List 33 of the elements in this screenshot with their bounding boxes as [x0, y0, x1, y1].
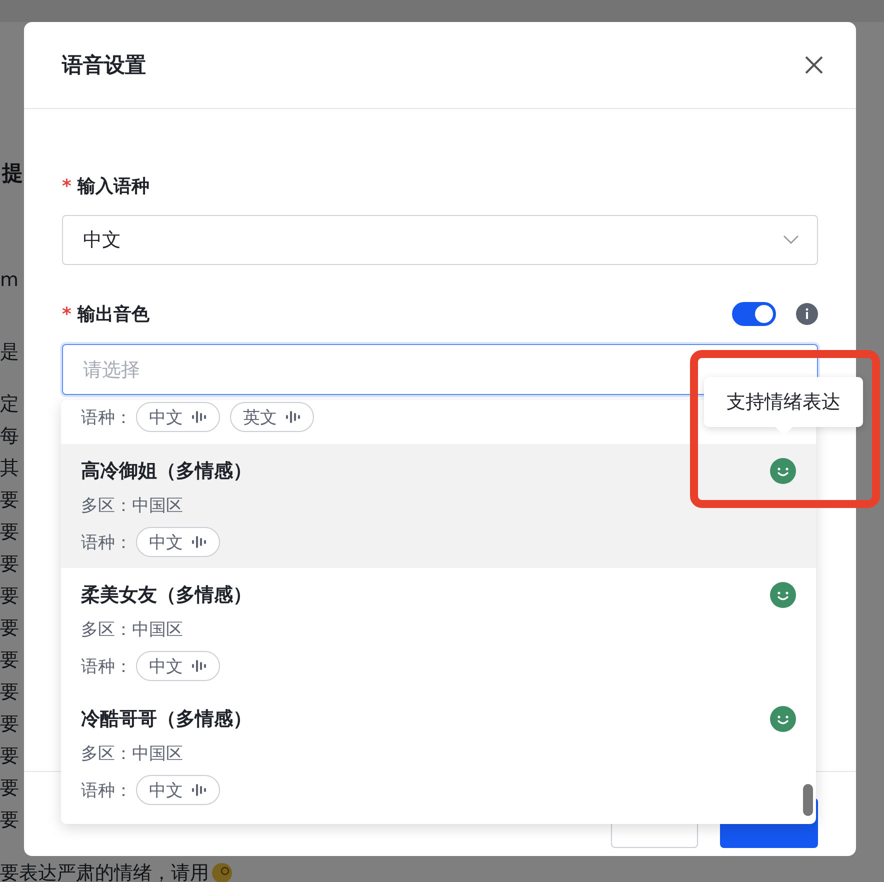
- page-text: 其: [0, 456, 20, 481]
- region-text: 多区：中国区: [81, 743, 184, 766]
- page-text: 每: [0, 424, 20, 449]
- page-text: 要: [0, 808, 20, 833]
- page-text: 要: [0, 648, 20, 673]
- language-label: 语种：: [81, 656, 132, 678]
- language-label: 语种：: [81, 406, 132, 428]
- region-text: 多区：中国区: [81, 619, 184, 642]
- voice-name: 柔美女友（多情感）: [81, 583, 252, 608]
- page-text: 定: [0, 392, 20, 417]
- page-text: 要: [0, 680, 20, 705]
- page-text: 要: [0, 520, 20, 545]
- page-text: 要: [0, 584, 20, 609]
- voice-name: 冷酷哥哥（多情感）: [81, 707, 252, 732]
- page-text: 要表达严肃的情绪，请用: [0, 861, 209, 882]
- page-text: 要: [0, 744, 20, 769]
- page-text: 要: [0, 616, 20, 641]
- page-text: 要: [0, 712, 20, 737]
- language-label: 语种：: [81, 780, 132, 802]
- field-label: 输入语种: [77, 175, 150, 198]
- region-text: 多区：中国区: [81, 495, 184, 518]
- page-text: m: [0, 268, 20, 293]
- voice-name: 高冷御姐（多情感）: [81, 459, 252, 484]
- language-label: 语种：: [81, 532, 132, 554]
- required-mark: *: [62, 304, 72, 324]
- page-text: 是: [0, 340, 20, 365]
- page-heading: 提: [0, 160, 23, 186]
- page-text: 要: [0, 552, 20, 577]
- page-text: 要: [0, 776, 20, 801]
- required-mark: *: [62, 176, 72, 196]
- dialog-title: 语音设置: [62, 52, 146, 79]
- page-text: 要: [0, 488, 20, 513]
- field-label: 输出音色: [77, 303, 150, 326]
